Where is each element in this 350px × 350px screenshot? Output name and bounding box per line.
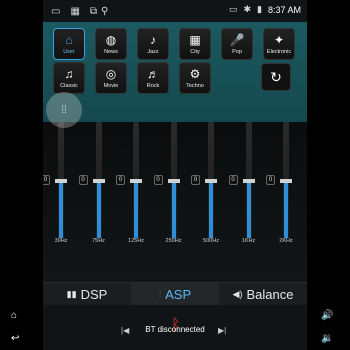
preset-label: News [104, 48, 118, 55]
globe-icon: ◍ [105, 32, 117, 47]
slider-frequency-label: 2KHz [279, 238, 293, 244]
home-icon[interactable]: ⌂ [11, 310, 17, 321]
refresh-icon: ↻ [270, 68, 282, 85]
preset-rock[interactable]: ♬ Rock [137, 62, 169, 94]
slider-value: 0 [116, 175, 125, 185]
slider-knob[interactable] [55, 179, 67, 183]
preset-user[interactable]: ⌂ User [53, 28, 85, 60]
saxophone-icon: ♪ [150, 32, 156, 47]
eq-slider-2khz[interactable]: 0 2KHz [266, 122, 306, 250]
eq-slider-125hz[interactable]: 0 125Hz [116, 122, 156, 250]
preset-news[interactable]: ◍ News [95, 28, 127, 60]
microphone-icon: 🎤 [229, 32, 245, 47]
slider-value: 0 [266, 175, 275, 185]
user-icon: ⌂ [65, 32, 73, 47]
left-nav-bar: ⌂ ↩ [0, 0, 43, 350]
slider-value: 0 [153, 175, 163, 185]
preset-label: Pop [232, 48, 242, 55]
eq-slider-1khz[interactable]: 0 1KHz [228, 122, 269, 250]
tab-balance[interactable]: ◀) Balance [219, 283, 307, 305]
eq-slider-75hz[interactable]: 0 75Hz [78, 122, 119, 250]
eq-slider-500hz[interactable]: 0 500Hz [191, 122, 231, 250]
slider-value: 0 [228, 175, 238, 185]
preset-movie[interactable]: ◎ Movie [95, 62, 127, 94]
slider-value: 0 [78, 175, 88, 185]
volume-up-icon[interactable]: 🔊 [321, 310, 333, 321]
usb-icon: ⚲ [101, 5, 109, 17]
slider-value: 0 [191, 175, 200, 185]
slider-frequency-label: 75Hz [92, 238, 105, 244]
tab-asp[interactable]: ⫶ ASP [131, 283, 219, 305]
film-reel-icon: ◎ [105, 66, 117, 81]
city-icon: ▦ [189, 32, 201, 47]
eq-slider-30hz[interactable]: 0 30Hz [43, 122, 81, 250]
slider-frequency-label: 125Hz [128, 238, 144, 244]
slider-fill [134, 183, 138, 238]
eq-slider-250hz[interactable]: 0 250Hz [153, 122, 194, 250]
clock: 8:37 AM [267, 4, 301, 15]
slider-value: 0 [43, 175, 50, 185]
slider-frequency-label: 250Hz [165, 238, 182, 244]
right-nav-bar: 🔊 🔉 [307, 0, 350, 350]
copy-icon: ⧉ [89, 5, 98, 17]
gramophone-icon: ♫ [64, 66, 74, 81]
preset-label: Jazz [147, 48, 159, 55]
bluetooth-icon: ✱ [243, 4, 252, 14]
guitar-icon: ♬ [147, 66, 159, 81]
slider-knob[interactable] [130, 179, 142, 183]
slider-knob[interactable] [205, 179, 217, 183]
sliders-icon: ⫶ [158, 288, 162, 299]
slider-frequency-label: 30Hz [54, 238, 68, 244]
preset-techno[interactable]: ⚙ Techno [179, 62, 211, 94]
reset-button[interactable]: ↻ [261, 63, 291, 91]
slider-knob[interactable] [280, 179, 292, 183]
preset-classic[interactable]: ♫ Classic [53, 62, 85, 94]
slider-frequency-label: 500Hz [203, 238, 219, 244]
slider-fill [171, 183, 176, 238]
bars-icon: ▮▮ [66, 288, 77, 299]
slider-frequency-label: 1KHz [241, 238, 256, 244]
slider-fill [209, 183, 213, 238]
battery-icon: ▮ [257, 4, 262, 14]
preset-pop[interactable]: 🎤 Pop [221, 28, 253, 60]
preset-label: Rock [146, 82, 160, 89]
status-bar: ▭ ▦ ⧉ ⚲ ▭ ✱ ▮ 8:37 AM [43, 0, 307, 22]
main-screen: ▭ ▦ ⧉ ⚲ ▭ ✱ ▮ 8:37 AM ⌂ User ◍ News ♪ Jazz ▦ Ci… [43, 0, 307, 350]
preset-city[interactable]: ▦ City [179, 28, 211, 60]
grid-icon[interactable]: ▦ [70, 6, 79, 17]
preset-label: Movie [103, 82, 119, 89]
preset-label: Electronic [266, 48, 292, 55]
preset-electronic[interactable]: ✦ Electronic [263, 28, 295, 60]
slider-fill [284, 183, 288, 238]
floating-menu-button[interactable]: ⁞⁞ [46, 92, 82, 128]
tab-dsp-label: DSP [80, 286, 108, 302]
back-icon[interactable]: ↩ [11, 333, 19, 344]
tab-asp-label: ASP [165, 286, 192, 302]
next-track-icon[interactable]: ▶| [218, 326, 226, 335]
electronic-icon: ✦ [273, 32, 285, 47]
bt-media-bar: |◀ ᛒ BT disconnected ▶| [43, 305, 307, 350]
volume-down-icon[interactable]: 🔉 [321, 333, 333, 344]
sound-tab-bar: ▮▮ DSP ⫶ ASP ◀) Balance [43, 282, 307, 305]
preset-label: Classic [60, 82, 78, 89]
preset-label: User [63, 48, 75, 55]
preset-jazz[interactable]: ♪ Jazz [137, 28, 169, 60]
tab-balance-label: Balance [246, 286, 294, 302]
slider-fill [59, 183, 63, 238]
preset-label: Techno [186, 82, 204, 89]
slider-knob[interactable] [167, 179, 180, 183]
gear-icon: ⚙ [189, 66, 201, 81]
slider-fill [96, 183, 101, 238]
slider-knob[interactable] [92, 179, 105, 183]
window-icon[interactable]: ▭ [51, 6, 60, 17]
slider-fill [246, 183, 251, 238]
cast-icon: ▭ [228, 4, 238, 14]
slider-knob[interactable] [242, 179, 255, 183]
preset-label: City [190, 48, 200, 55]
grid-dots-icon: ⁞⁞ [61, 104, 67, 116]
tab-dsp[interactable]: ▮▮ DSP [43, 283, 131, 305]
bt-status-text: BT disconnected [145, 325, 205, 334]
speaker-icon: ◀) [232, 288, 243, 299]
